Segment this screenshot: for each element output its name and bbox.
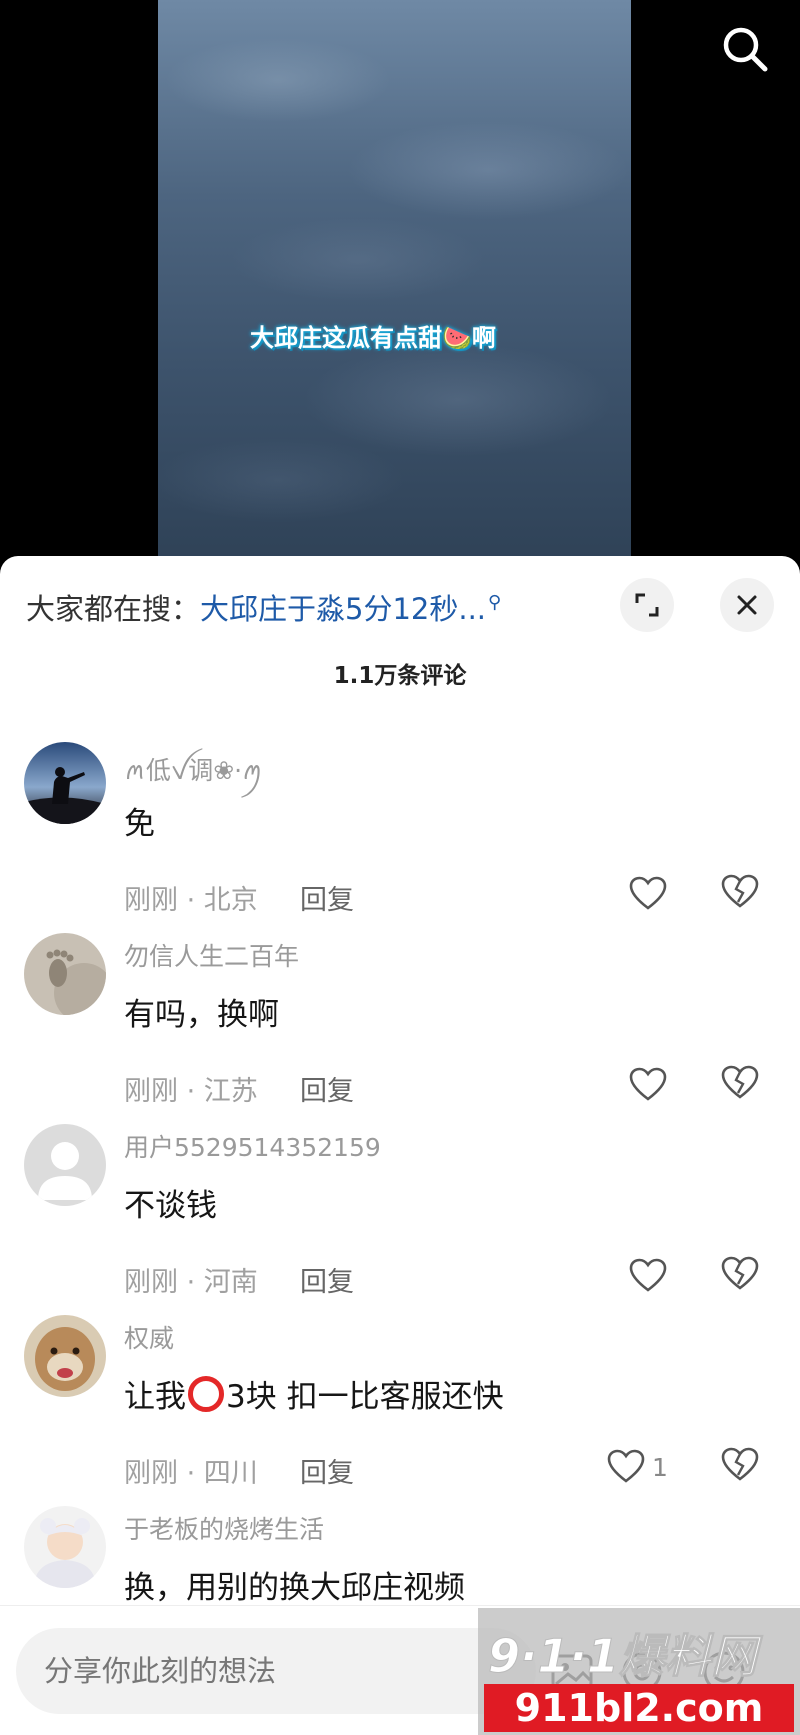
search-button[interactable]	[718, 22, 774, 78]
avatar[interactable]	[24, 933, 106, 1015]
reply-button[interactable]: 回复	[300, 1451, 354, 1490]
broken-heart-icon	[721, 1065, 759, 1099]
like-count: 1	[652, 1452, 668, 1482]
reply-button[interactable]: 回复	[300, 1260, 354, 1299]
comment-item: 权威 让我 3块 扣一比客服还快 刚刚 · 四川 回复 1	[0, 1315, 800, 1505]
close-button[interactable]	[720, 578, 774, 632]
trending-query-link[interactable]: 大邱庄于淼5分12秒... ⚲	[200, 592, 501, 626]
trending-search: 大家都在搜：大邱庄于淼5分12秒... ⚲	[26, 586, 501, 628]
comment-item: 勿信人生二百年 有吗，换啊 刚刚 · 江苏 回复	[0, 933, 800, 1123]
comment-time-location: 刚刚 · 北京	[124, 885, 258, 916]
comment-item: 用户5529514352159 不谈钱 刚刚 · 河南 回复	[0, 1124, 800, 1314]
reply-button[interactable]: 回复	[300, 878, 354, 917]
comment-text: 有吗，换啊	[124, 997, 279, 1033]
broken-heart-icon	[721, 1447, 759, 1481]
expand-button[interactable]	[620, 578, 674, 632]
dislike-button[interactable]	[720, 1445, 764, 1489]
comment-username[interactable]: ꪔ低ꪜ调❀·ꪑ	[124, 746, 263, 799]
dislike-button[interactable]	[720, 872, 764, 916]
dislike-button[interactable]	[720, 1254, 764, 1298]
red-circle-emoji	[188, 1376, 224, 1412]
comment-time-location: 刚刚 · 河南	[124, 1267, 258, 1298]
comment-text: 换，用别的换大邱庄视频	[124, 1570, 465, 1606]
comment-username[interactable]: 勿信人生二百年	[124, 937, 299, 973]
watermark: 9·1·1爆料网 911bl2.com	[478, 1608, 800, 1735]
comment-sheet: 大家都在搜：大邱庄于淼5分12秒... ⚲ 1.1万条评论 ꪔ低ꪜ调❀·ꪑ 免 刚…	[0, 556, 800, 1735]
broken-heart-icon	[721, 1256, 759, 1290]
comment-time-location: 刚刚 · 四川	[124, 1458, 258, 1489]
like-button[interactable]: 1	[606, 1445, 668, 1489]
heart-icon	[629, 876, 667, 910]
comment-item: ꪔ低ꪜ调❀·ꪑ 免 刚刚 · 北京 回复	[0, 742, 800, 932]
comment-username[interactable]: 权威	[124, 1319, 174, 1355]
comment-text: 让我 3块 扣一比客服还快	[124, 1371, 504, 1416]
comment-text: 免	[124, 806, 155, 842]
comment-text: 不谈钱	[124, 1188, 217, 1224]
heart-icon	[629, 1258, 667, 1292]
broken-heart-icon	[721, 874, 759, 908]
trending-label: 大家都在搜：	[26, 592, 201, 626]
avatar[interactable]	[24, 1315, 106, 1397]
trending-query: 大邱庄于淼5分12秒...	[200, 592, 487, 626]
like-button[interactable]	[628, 1254, 674, 1298]
close-icon	[737, 595, 757, 615]
video-caption: 大邱庄这瓜有点甜🍉啊	[250, 324, 496, 352]
magnifier-icon: ⚲	[488, 592, 502, 614]
comment-username[interactable]: 用户5529514352159	[124, 1128, 381, 1164]
search-icon	[723, 27, 768, 72]
comment-username[interactable]: 于老板的烧烤生活	[124, 1510, 324, 1546]
video-player[interactable]: 大邱庄这瓜有点甜🍉啊	[0, 0, 800, 560]
heart-icon	[607, 1449, 645, 1483]
heart-icon	[629, 1067, 667, 1101]
video-frame[interactable]: 大邱庄这瓜有点甜🍉啊	[158, 0, 631, 560]
comment-count: 1.1万条评论	[333, 663, 467, 689]
comment-input[interactable]: 分享你此刻的想法	[16, 1628, 536, 1714]
dislike-button[interactable]	[720, 1063, 764, 1107]
expand-icon	[635, 593, 659, 617]
avatar[interactable]	[24, 1124, 106, 1206]
watermark-brand: 9·1·1爆料网	[488, 1629, 758, 1684]
like-button[interactable]	[628, 1063, 674, 1107]
default-avatar-icon	[24, 1124, 106, 1206]
comment-time-location: 刚刚 · 江苏	[124, 1076, 258, 1107]
avatar[interactable]	[24, 1506, 106, 1588]
avatar[interactable]	[24, 742, 106, 824]
watermark-domain: 911bl2.com	[484, 1684, 794, 1732]
like-button[interactable]	[628, 872, 674, 916]
reply-button[interactable]: 回复	[300, 1069, 354, 1108]
